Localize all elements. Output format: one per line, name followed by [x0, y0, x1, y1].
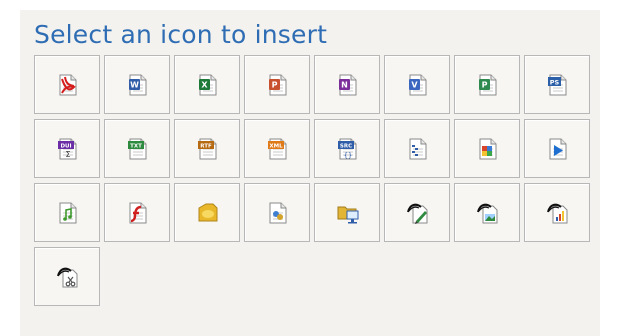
- icon-cell-sketch-chart[interactable]: [524, 183, 590, 242]
- folder-screen-icon: [337, 206, 359, 224]
- icon-picker-panel: Select an icon to insert W X P N V P PS …: [20, 10, 600, 336]
- icon-cell-outline-doc[interactable]: [384, 119, 450, 178]
- sketch-pen-icon: [407, 203, 428, 224]
- project-icon: P: [479, 74, 497, 96]
- svg-text:N: N: [341, 81, 348, 90]
- sketch-image-icon: [477, 203, 498, 224]
- svg-text:X: X: [201, 81, 208, 90]
- icon-cell-sketch-pen[interactable]: [384, 183, 450, 242]
- icon-cell-flash[interactable]: [104, 183, 170, 242]
- image-file-icon: [479, 138, 497, 160]
- flash-icon: [129, 202, 147, 224]
- svg-text:{}: {}: [344, 152, 352, 160]
- icon-cell-src-code[interactable]: SRC {}: [314, 119, 380, 178]
- xml-file-icon: XML: [268, 138, 287, 160]
- svg-text:P: P: [482, 81, 488, 90]
- icon-cell-video-play[interactable]: [524, 119, 590, 178]
- note-badge-icon: [198, 203, 218, 222]
- icon-cell-photoshop[interactable]: PS: [524, 55, 590, 114]
- txt-file-icon: TXT: [128, 138, 147, 160]
- icon-cell-rtf-file[interactable]: RTF: [174, 119, 240, 178]
- svg-text:PS: PS: [550, 79, 560, 87]
- dui-formula-icon: DUIΣ: [58, 138, 77, 160]
- rtf-file-icon: RTF: [198, 138, 217, 160]
- icon-cell-project[interactable]: P: [454, 55, 520, 114]
- sketch-chart-icon: [547, 203, 568, 224]
- shared-doc-icon: [269, 202, 287, 224]
- svg-text:RTF: RTF: [200, 144, 212, 150]
- icon-cell-onenote[interactable]: N: [314, 55, 380, 114]
- icon-cell-folder-screen[interactable]: [314, 183, 380, 242]
- icon-cell-dui-formula[interactable]: DUI Σ: [34, 119, 100, 178]
- icon-cell-sketch-scissors[interactable]: [34, 247, 100, 306]
- icon-cell-excel[interactable]: X: [174, 55, 240, 114]
- svg-text:P: P: [272, 81, 278, 90]
- visio-icon: V: [409, 74, 427, 96]
- svg-text:W: W: [130, 81, 139, 90]
- icon-cell-shared-doc[interactable]: [244, 183, 310, 242]
- svg-text:XML: XML: [269, 144, 283, 150]
- svg-text:V: V: [411, 81, 418, 90]
- icon-cell-audio-file[interactable]: [34, 183, 100, 242]
- powerpoint-icon: P: [269, 74, 287, 96]
- dialog-title: Select an icon to insert: [34, 20, 328, 49]
- svg-text:TXT: TXT: [130, 144, 142, 150]
- icon-cell-xml-file[interactable]: XML: [244, 119, 310, 178]
- icon-cell-sketch-image[interactable]: [454, 183, 520, 242]
- icon-cell-txt-file[interactable]: TXT: [104, 119, 170, 178]
- icon-cell-image-file[interactable]: [454, 119, 520, 178]
- video-play-icon: [549, 138, 567, 160]
- photoshop-icon: PS: [548, 74, 567, 96]
- icon-cell-word-doc[interactable]: W: [104, 55, 170, 114]
- svg-text:SRC: SRC: [340, 144, 352, 150]
- word-doc-icon: W: [129, 74, 147, 96]
- excel-icon: X: [199, 74, 217, 96]
- audio-file-icon: [59, 202, 77, 224]
- src-code-icon: SRC {}: [338, 138, 357, 160]
- icon-cell-powerpoint[interactable]: P: [244, 55, 310, 114]
- icon-cell-note-badge[interactable]: [174, 183, 240, 242]
- onenote-icon: N: [339, 74, 357, 96]
- sketch-scissors-icon: [57, 267, 78, 288]
- svg-text:Σ: Σ: [65, 150, 70, 159]
- svg-text:DUI: DUI: [60, 144, 71, 150]
- pdf-icon: [59, 74, 77, 96]
- icon-cell-visio[interactable]: V: [384, 55, 450, 114]
- icon-cell-pdf[interactable]: [34, 55, 100, 114]
- outline-doc-icon: [409, 138, 427, 160]
